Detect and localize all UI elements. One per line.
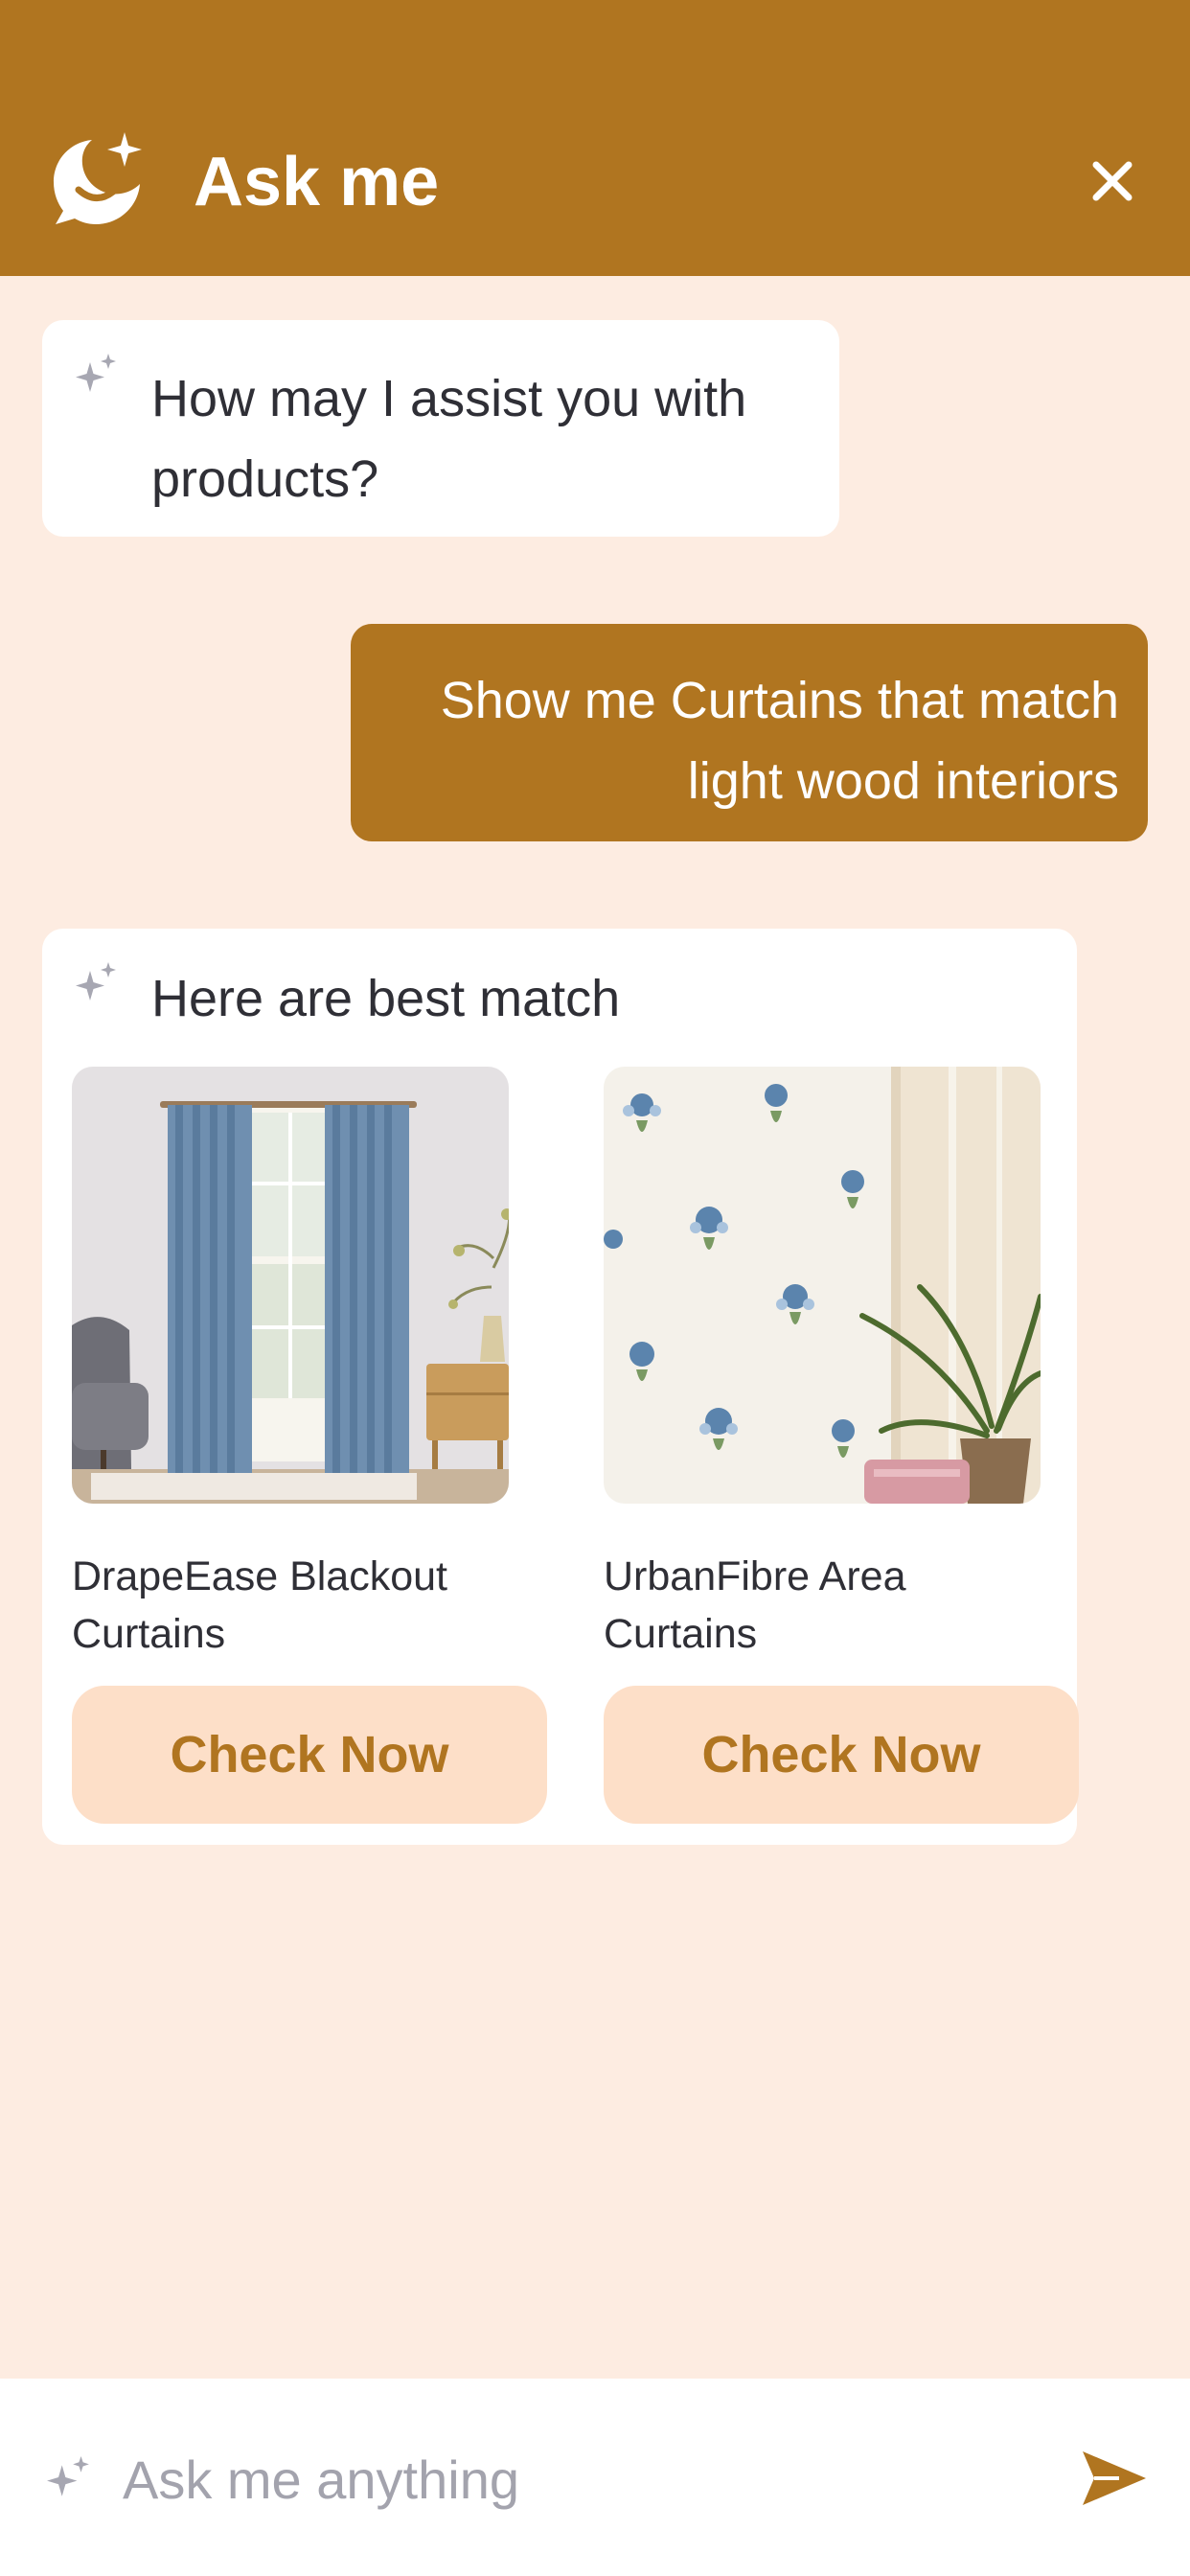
sparkle-icon: [76, 962, 116, 1000]
check-now-button[interactable]: Check Now: [72, 1686, 547, 1824]
chat-header: Ask me: [0, 0, 1190, 276]
product-card: DrapeEase Blackout Curtains Check Now: [72, 1067, 547, 1824]
sparkle-icon: [76, 354, 116, 392]
close-icon[interactable]: [1088, 157, 1136, 205]
product-image-floral-curtains[interactable]: [604, 1067, 1041, 1504]
check-now-button[interactable]: Check Now: [604, 1686, 1079, 1824]
chat-input-bar: [0, 2379, 1190, 2576]
send-icon[interactable]: [1077, 2442, 1150, 2515]
product-name: DrapeEase Blackout Curtains: [72, 1553, 447, 1657]
sparkle-icon: [47, 2456, 89, 2496]
bot-message-results: Here are best match DrapeEase Blackout C…: [42, 929, 1079, 1845]
user-message-text: Show me Curtains that match light wood i…: [440, 672, 1119, 810]
header-title: Ask me: [194, 144, 440, 220]
results-title: Here are best match: [151, 970, 621, 1027]
bot-message-text: How may I assist you with products?: [151, 370, 747, 508]
chat-moon-sparkle-icon: [54, 132, 142, 224]
product-card: UrbanFibre Area Curtains Check Now: [604, 1067, 1079, 1824]
product-name: UrbanFibre Area Curtains: [604, 1553, 906, 1657]
chat-input[interactable]: [123, 2438, 1042, 2520]
chat-screen: Ask me How may I assist you with product…: [0, 0, 1190, 2576]
product-image-blue-curtains[interactable]: [72, 1067, 509, 1504]
user-message: Show me Curtains that match light wood i…: [351, 624, 1148, 841]
bot-message-greeting: How may I assist you with products?: [42, 320, 839, 537]
